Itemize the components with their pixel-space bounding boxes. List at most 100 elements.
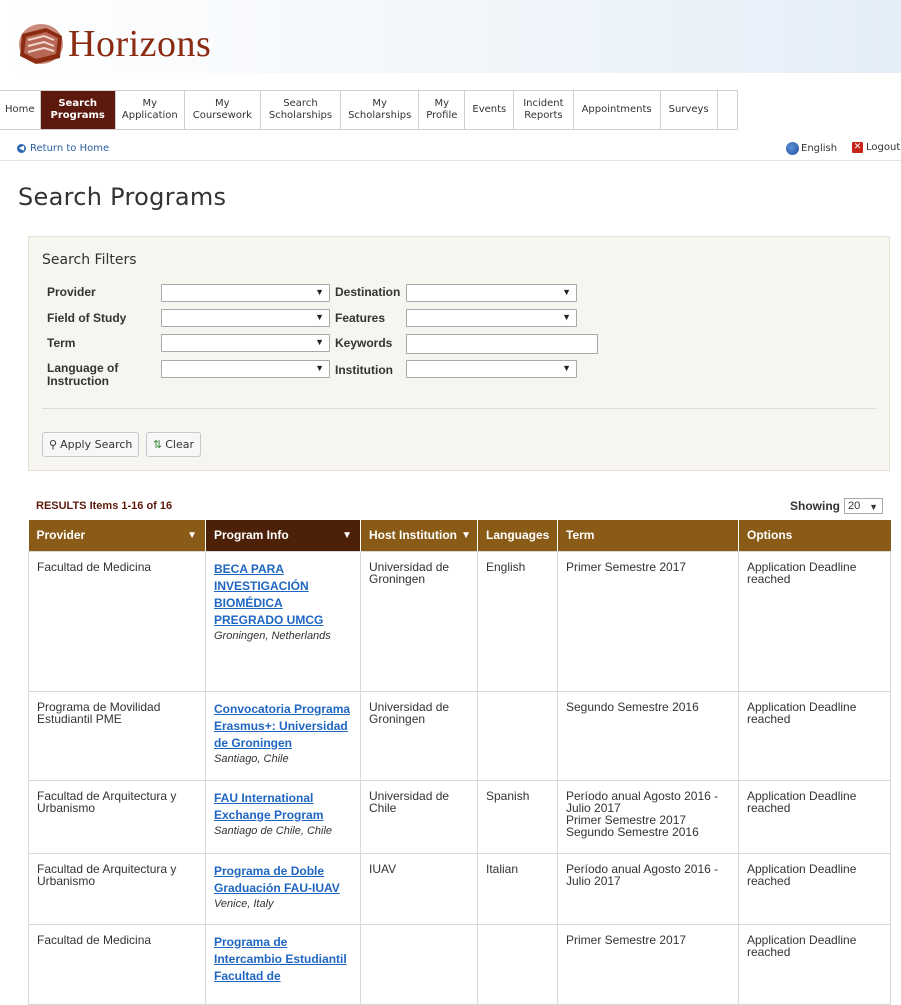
nav-appointments[interactable]: Appointments: [574, 91, 661, 129]
cell-options: Application Deadline reached: [738, 550, 891, 692]
cell-host: IUAV: [360, 852, 478, 925]
destination-select[interactable]: ▼: [406, 284, 577, 302]
chevron-down-icon: ▼: [562, 287, 571, 297]
program-link[interactable]: BECA PARA INVESTIGACIÓN BIOMÉDICA PREGRA…: [214, 562, 323, 627]
refresh-icon: ⇅: [153, 438, 163, 451]
cell-provider: Facultad de Medicina: [28, 550, 206, 692]
nav-incident-reports[interactable]: Incident Reports: [514, 91, 574, 129]
cell-program-info: FAU International Exchange Program Santia…: [205, 779, 361, 854]
column-label: Program Info: [214, 528, 289, 543]
program-link[interactable]: FAU International Exchange Program: [214, 791, 323, 822]
results-summary: RESULTS Items 1-16 of 16: [36, 500, 173, 512]
cell-term: Período anual Agosto 2016 - Julio 2017 P…: [557, 779, 739, 854]
main-nav: Home Search Programs My Application My C…: [0, 90, 738, 130]
chevron-down-icon: ▼: [315, 287, 324, 297]
nav-home[interactable]: Home: [0, 91, 41, 129]
keywords-input[interactable]: [406, 334, 598, 354]
keywords-label: Keywords: [335, 336, 393, 350]
table-row: Facultad de Medicina Programa de Interca…: [28, 923, 891, 1005]
sort-down-icon: ▼: [461, 530, 471, 541]
column-header-provider[interactable]: Provider ▼: [28, 520, 206, 551]
page-size-select[interactable]: 20 ▼: [844, 498, 883, 514]
cell-provider: Facultad de Medicina: [28, 923, 206, 1005]
chevron-down-icon: ▼: [869, 502, 878, 512]
language-switcher[interactable]: English: [786, 142, 837, 155]
cell-provider: Facultad de Arquitectura y Urbanismo: [28, 852, 206, 925]
nav-my-profile[interactable]: My Profile: [419, 91, 466, 129]
program-link[interactable]: Programa de Doble Graduación FAU-IUAV: [214, 864, 340, 895]
column-header-options: Options: [738, 520, 891, 551]
term-select[interactable]: ▼: [161, 334, 330, 352]
column-label: Provider: [36, 528, 86, 543]
results-table: Provider ▼ Program Info ▼ Host Institution…: [28, 520, 891, 1005]
nav-search-scholarships[interactable]: Search Scholarships: [261, 91, 342, 129]
program-location: Groningen, Netherlands: [214, 629, 331, 642]
provider-label: Provider: [47, 285, 96, 299]
logout-link[interactable]: ✕ Logout: [852, 142, 900, 153]
globe-book-icon: [19, 24, 63, 64]
clear-label: Clear: [165, 438, 194, 451]
field-of-study-select[interactable]: ▼: [161, 309, 330, 327]
header-band: Horizons: [0, 0, 901, 73]
cell-term: Primer Semestre 2017: [557, 550, 739, 692]
institution-label: Institution: [335, 363, 393, 377]
nav-my-application[interactable]: My Application: [116, 91, 185, 129]
nav-search-programs[interactable]: Search Programs: [40, 91, 116, 129]
cell-program-info: Programa de Doble Graduación FAU-IUAV Ven…: [205, 852, 361, 925]
apply-search-label: Apply Search: [60, 438, 133, 451]
column-header-program-info[interactable]: Program Info ▼: [205, 520, 361, 551]
destination-label: Destination: [335, 285, 401, 299]
chevron-down-icon: ▼: [315, 312, 324, 322]
cell-term: Período anual Agosto 2016 - Julio 2017: [557, 852, 739, 925]
page-title: Search Programs: [18, 183, 227, 211]
program-link[interactable]: Programa de Intercambio Estudiantil Facu…: [214, 935, 347, 983]
field-of-study-label: Field of Study: [47, 311, 127, 325]
provider-select[interactable]: ▼: [161, 284, 330, 302]
cell-languages: Spanish: [477, 779, 558, 854]
features-select[interactable]: ▼: [406, 309, 577, 327]
cell-languages: [477, 690, 558, 781]
cell-program-info: Convocatoria Programa Erasmus+: Universi…: [205, 690, 361, 781]
column-header-languages: Languages: [477, 520, 558, 551]
chevron-down-icon: ▼: [315, 363, 324, 373]
institution-select[interactable]: ▼: [406, 360, 577, 378]
sub-toolbar: ◀ Return to Home English ✕ Logout: [0, 137, 901, 161]
column-header-term: Term: [557, 520, 739, 551]
return-to-home-link[interactable]: ◀ Return to Home: [17, 143, 109, 154]
features-label: Features: [335, 311, 386, 325]
nav-my-coursework[interactable]: My Coursework: [185, 91, 261, 129]
logo-text: Horizons: [68, 23, 212, 65]
logout-x-icon: ✕: [852, 142, 863, 153]
page-size-control: Showing 20 ▼: [790, 498, 883, 514]
table-header-row: Provider ▼ Program Info ▼ Host Institution…: [28, 520, 891, 551]
nav-events[interactable]: Events: [465, 91, 515, 129]
cell-term: Primer Semestre 2017: [557, 923, 739, 1005]
column-header-host-institution[interactable]: Host Institution ▼: [360, 520, 478, 551]
nav-my-scholarships[interactable]: My Scholarships: [341, 91, 420, 129]
language-of-instruction-select[interactable]: ▼: [161, 360, 330, 378]
cell-languages: [477, 923, 558, 1005]
program-location: Santiago, Chile: [214, 752, 289, 765]
cell-options: Application Deadline reached: [738, 779, 891, 854]
globe-icon: [786, 142, 799, 155]
nav-spacer: [718, 91, 738, 129]
horizons-logo[interactable]: Horizons: [16, 12, 211, 66]
chevron-down-icon: ▼: [562, 363, 571, 373]
clear-button[interactable]: ⇅ Clear: [146, 432, 201, 457]
sort-down-icon: ▼: [342, 530, 352, 541]
cell-host: Universidad de Chile: [360, 779, 478, 854]
table-row: Facultad de Medicina BECA PARA INVESTIGA…: [28, 550, 891, 692]
cell-options: Application Deadline reached: [738, 852, 891, 925]
cell-provider: Programa de Movilidad Estudiantil PME: [28, 690, 206, 781]
program-location: Venice, Italy: [214, 897, 274, 910]
program-location: Santiago de Chile, Chile: [214, 824, 333, 837]
nav-surveys[interactable]: Surveys: [661, 91, 718, 129]
language-of-instruction-label: Language of Instruction: [47, 361, 119, 388]
apply-search-button[interactable]: ⚲ Apply Search: [42, 432, 140, 457]
chevron-down-icon: ▼: [562, 312, 571, 322]
table-row: Programa de Movilidad Estudiantil PME Co…: [28, 690, 891, 781]
cell-languages: English: [477, 550, 558, 692]
column-label: Term: [566, 528, 595, 543]
cell-provider: Facultad de Arquitectura y Urbanismo: [28, 779, 206, 854]
program-link[interactable]: Convocatoria Programa Erasmus+: Universi…: [214, 702, 350, 750]
